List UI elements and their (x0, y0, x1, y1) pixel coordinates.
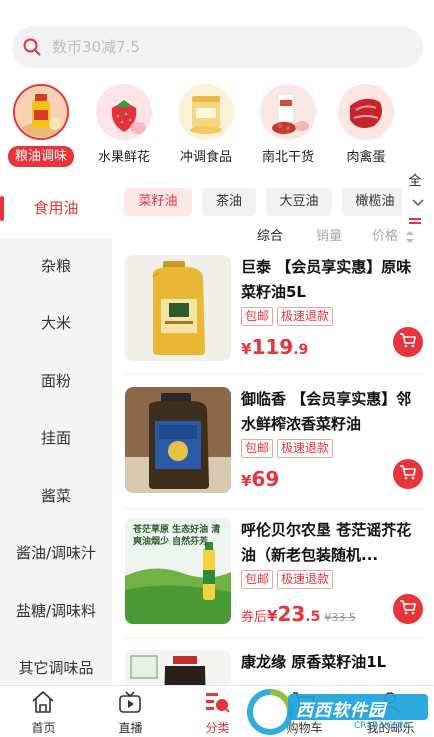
category-label: 肉禽蛋 (346, 150, 386, 165)
category-meat-eggs[interactable]: 肉禽蛋 (325, 80, 407, 170)
add-to-cart-button[interactable] (393, 594, 423, 624)
divider (124, 638, 424, 639)
add-to-cart-button[interactable] (393, 327, 423, 357)
product-price: ¥69 (241, 467, 280, 491)
divider (124, 508, 424, 509)
watermark-brand: 西西软件园 (296, 701, 386, 721)
tag-fast-refund: 极速退款 (277, 570, 334, 589)
product-image[interactable]: 苍茫草原 生态好油 清爽油烟少 自然芬芳 (125, 518, 231, 624)
sort-arrows-icon (405, 230, 415, 244)
product-image-caption: 苍茫草原 生态好油 清爽油烟少 自然芬芳 (133, 525, 221, 547)
tag-fast-refund: 极速退款 (277, 439, 334, 458)
cooking-oil-bottle-icon (13, 84, 69, 140)
cart-icon (399, 331, 417, 353)
tag-free-shipping: 包邮 (241, 439, 274, 458)
cart-icon (399, 598, 417, 620)
product-card[interactable]: 苍茫草原 生态好油 清爽油烟少 自然芬芳 呼伦贝尔农垦 苍茫谣芥花油（新老包装随… (124, 518, 434, 628)
app-root: 粮油调味 水果鲜花 (0, 0, 434, 737)
search-bar[interactable] (12, 26, 423, 68)
sidebar-item-flour[interactable]: 面粉 (0, 353, 112, 411)
product-card[interactable]: 御临香 【会员享实惠】邻水鲜榨浓香菜籽油 包邮 极速退款 ¥69 (124, 387, 434, 497)
product-image[interactable] (125, 650, 231, 685)
category-label: 南北干货 (261, 150, 314, 165)
category-label: 水果鲜花 (97, 150, 150, 165)
category-fruit-flowers[interactable]: 水果鲜花 (83, 80, 165, 170)
tab-tea-oil[interactable]: 茶油 (202, 188, 256, 216)
tag-free-shipping: 包邮 (241, 307, 274, 326)
sidebar-item-pickles[interactable]: 酱菜 (0, 468, 112, 526)
product-tags: 包邮 极速退款 (241, 307, 334, 327)
category-grain-oil[interactable]: 粮油调味 (0, 80, 82, 170)
sort-price[interactable]: 价格 (372, 226, 398, 248)
product-title: 巨泰 【会员享实惠】原味菜籽油5L (241, 258, 412, 301)
tag-fast-refund: 极速退款 (277, 307, 334, 326)
product-tags: 包邮 极速退款 (241, 439, 334, 459)
home-icon (30, 689, 56, 715)
dried-goods-icon (260, 84, 316, 140)
tab-rapeseed-oil[interactable]: 菜籽油 (124, 188, 192, 216)
product-tags: 包邮 极速退款 (241, 570, 334, 590)
sidebar-item-salt-sugar[interactable]: 盐糖/调味料 (0, 583, 112, 641)
product-price: ¥119.9 (241, 335, 309, 359)
sort-comprehensive[interactable]: 综合 (257, 226, 283, 248)
sidebar-item-noodles[interactable]: 挂面 (0, 410, 112, 468)
product-image[interactable] (125, 255, 231, 361)
add-to-cart-button[interactable] (393, 459, 423, 489)
search-input[interactable] (52, 38, 382, 56)
nav-label: 首页 (31, 721, 56, 735)
nav-live[interactable]: 直播 (87, 686, 174, 737)
category-strip: 粮油调味 水果鲜花 冲调食品 南北干货 肉禽蛋 全 (0, 80, 434, 224)
milk-powder-can-icon (178, 84, 234, 140)
strawberry-icon (96, 84, 152, 140)
divider (124, 374, 424, 375)
product-card[interactable]: 巨泰 【会员享实惠】原味菜籽油5L 包邮 极速退款 ¥119.9 (124, 255, 434, 365)
tab-soybean-oil[interactable]: 大豆油 (266, 188, 332, 216)
chevron-down-icon (411, 193, 425, 212)
nav-label: 直播 (118, 721, 143, 735)
sidebar-item-soy-sauce[interactable]: 酱油/调味汁 (0, 525, 112, 583)
sort-bar: 综合 销量 价格 (124, 226, 434, 248)
product-title: 御临香 【会员享实惠】邻水鲜榨浓香菜籽油 (241, 390, 412, 433)
original-price: ¥33.5 (324, 611, 356, 624)
tag-free-shipping: 包邮 (241, 570, 274, 589)
product-price: 券后¥23.5 ¥33.5 (241, 602, 356, 626)
product-image[interactable] (125, 387, 231, 493)
sidebar-item-grains[interactable]: 杂粮 (0, 238, 112, 296)
sidebar: 食用油 杂粮 大米 面粉 挂面 酱菜 酱油/调味汁 盐糖/调味料 其它调味品 (0, 180, 112, 685)
product-title: 呼伦贝尔农垦 苍茫谣芥花油（新老包装随机... (241, 521, 412, 564)
cart-icon (399, 463, 417, 485)
expand-tabs-button[interactable] (402, 188, 434, 216)
category-icon (204, 689, 230, 715)
search-icon (12, 26, 52, 68)
product-card[interactable]: 康龙缘 原香菜籽油1L (124, 650, 434, 685)
category-label: 粮油调味 (8, 146, 74, 167)
raw-meat-icon (338, 84, 394, 140)
nav-home[interactable]: 首页 (0, 686, 87, 737)
category-dried-goods[interactable]: 南北干货 (247, 80, 329, 170)
sort-sales[interactable]: 销量 (316, 226, 342, 248)
category-label: 冲调食品 (179, 150, 232, 165)
tab-olive-oil[interactable]: 橄榄油 (342, 188, 408, 216)
product-title: 康龙缘 原香菜籽油1L (241, 653, 387, 671)
category-instant-food[interactable]: 冲调食品 (165, 80, 247, 170)
subcategory-tabs: 菜籽油 茶油 大豆油 橄榄油 (124, 188, 434, 216)
sidebar-item-cooking-oil[interactable]: 食用油 (0, 180, 112, 238)
live-tv-icon (117, 689, 143, 715)
sidebar-item-rice[interactable]: 大米 (0, 295, 112, 353)
watermark-url: CR173.COM (354, 721, 408, 731)
site-watermark: 西西软件园 CR173.COM (244, 684, 434, 737)
